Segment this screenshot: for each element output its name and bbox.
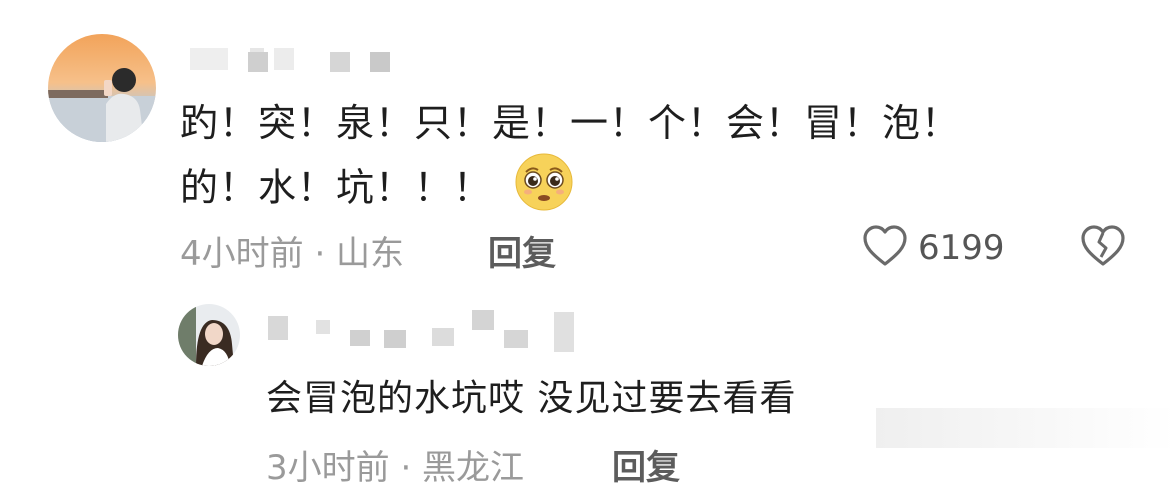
username-blur-block (504, 330, 528, 348)
reply-text: 会冒泡的水坑哎 没见过要去看看 (266, 378, 797, 419)
user-avatar[interactable] (48, 34, 156, 142)
username-blur-block (268, 316, 288, 340)
reply-time-location: 3小时前 · 黑龙江 (266, 448, 525, 488)
reply-button-2[interactable]: 回复 (612, 440, 680, 489)
reply-user-avatar[interactable] (178, 304, 240, 366)
username-blur-block (370, 52, 390, 72)
like-count: 6199 (918, 228, 1005, 268)
username-blur-block (248, 52, 268, 72)
reply-button[interactable]: 回复 (488, 226, 556, 275)
username-blur-block (472, 310, 494, 330)
heart-icon (862, 224, 908, 272)
like-button[interactable]: 6199 (862, 224, 1005, 272)
username-blur-block (316, 320, 330, 334)
comment-text: 趵！突！泉！只！是！一！个！会！冒！泡！ 的！水！坑！！！ (180, 94, 960, 228)
comment-time-location: 4小时前 · 山东 (180, 234, 405, 274)
avatar-photo-icon (178, 304, 240, 366)
comment-text-line-2-text: 的！水！坑！！！ (180, 165, 493, 210)
dislike-button[interactable] (1080, 224, 1126, 272)
comment-text-line-1: 趵！突！泉！只！是！一！个！会！冒！泡！ (180, 101, 961, 145)
username-blur-block (350, 330, 370, 346)
pleading-face-icon (514, 152, 574, 228)
username-blur-block (330, 52, 350, 72)
image-artifact (876, 408, 1176, 448)
comment-text-line-2: 的！水！坑！！！ (180, 152, 960, 228)
avatar-photo-icon (48, 34, 156, 142)
username-blur-block (554, 312, 574, 352)
username-blurred[interactable] (190, 48, 400, 72)
username-blur-block (384, 330, 406, 348)
username-blur-block (432, 328, 454, 346)
broken-heart-icon (1080, 225, 1126, 272)
